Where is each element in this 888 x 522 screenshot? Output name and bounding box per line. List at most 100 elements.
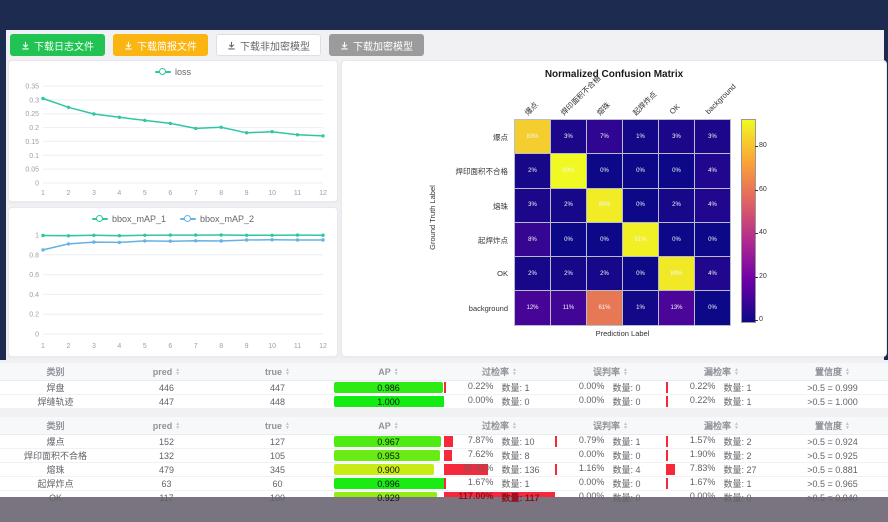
cell-category: 爆点 (0, 435, 111, 448)
column-header-漏检率[interactable]: 漏检率▲▼ (666, 417, 777, 434)
matrix-cell-value: 0% (600, 168, 609, 174)
cell-category: 熔珠 (0, 463, 111, 476)
column-header-label: 误判率 (593, 419, 620, 432)
cell-pred: 447 (111, 395, 222, 408)
sort-icon[interactable]: ▲▼ (175, 368, 180, 376)
matrix-cell: 0% (695, 223, 730, 256)
column-header-true[interactable]: true▲▼ (222, 363, 333, 380)
sort-icon[interactable]: ▲▼ (394, 368, 399, 376)
column-header-过检率[interactable]: 过检率▲▼ (444, 363, 555, 380)
matrix-cell: 3% (515, 189, 550, 222)
sort-icon[interactable]: ▲▼ (734, 422, 739, 430)
matrix-cell-value: 0% (708, 305, 717, 311)
column-header-AP[interactable]: AP▲▼ (333, 417, 444, 434)
matrix-cell: 1% (623, 120, 658, 153)
sort-icon[interactable]: ▲▼ (845, 368, 850, 376)
matrix-cell: 8% (515, 223, 550, 256)
svg-text:7: 7 (194, 343, 198, 350)
button-label: 下载日志文件 (34, 38, 94, 53)
svg-text:0.4: 0.4 (29, 292, 39, 299)
sort-icon[interactable]: ▲▼ (285, 368, 290, 376)
cell-true: 448 (222, 395, 333, 408)
column-header-误判率[interactable]: 误判率▲▼ (555, 363, 666, 380)
legend-item-bbox_mAP_2[interactable]: bbox_mAP_2 (180, 214, 254, 224)
legend-item-bbox_mAP_1[interactable]: bbox_mAP_1 (92, 214, 166, 224)
column-header-pred[interactable]: pred▲▼ (111, 363, 222, 380)
sort-icon[interactable]: ▲▼ (623, 368, 628, 376)
matrix-cell-value: 4% (708, 168, 717, 174)
matrix-cell: 0% (551, 223, 586, 256)
column-header-过检率[interactable]: 过检率▲▼ (444, 417, 555, 434)
matrix-cell-value: 0% (672, 237, 681, 243)
sort-icon[interactable]: ▲▼ (394, 422, 399, 430)
matrix-cell: 83% (515, 120, 550, 153)
column-header-label: 漏检率 (704, 419, 731, 432)
column-header-pred[interactable]: pred▲▼ (111, 417, 222, 434)
cell-misjudge-rate: 0.00%数量: 0 (555, 381, 666, 394)
confusion-matrix-grid: 83%3%7%1%3%3%2%93%0%0%0%4%3%2%90%0%2%4%8… (514, 119, 731, 326)
cell-true: 127 (222, 435, 333, 448)
ap-value: 1.000 (377, 397, 400, 407)
sort-icon[interactable]: ▲▼ (623, 422, 628, 430)
svg-text:12: 12 (319, 190, 327, 197)
matrix-cell-value: 1% (636, 134, 645, 140)
sort-icon[interactable]: ▲▼ (512, 422, 517, 430)
confusion-matrix-title: Normalized Confusion Matrix (342, 69, 886, 80)
colorbar-tick-label: 0 (759, 316, 763, 323)
matrix-cell: 0% (587, 154, 622, 187)
legend-item-loss[interactable]: loss (155, 67, 191, 77)
svg-text:0.8: 0.8 (29, 252, 39, 259)
matrix-cell: 12% (515, 291, 550, 324)
column-header-类别: 类别 (0, 363, 111, 380)
download-encrypted-model-button[interactable]: 下载加密模型 (329, 34, 424, 56)
cell-misjudge-rate: 0.00%数量: 0 (555, 477, 666, 490)
svg-text:4: 4 (117, 343, 121, 350)
column-header-漏检率[interactable]: 漏检率▲▼ (666, 363, 777, 380)
matrix-row-label: 起焊炸点 (342, 235, 508, 246)
matrix-cell-value: 0% (636, 202, 645, 208)
matrix-cell-value: 0% (600, 237, 609, 243)
svg-text:8: 8 (219, 343, 223, 350)
sort-icon[interactable]: ▲▼ (285, 422, 290, 430)
sort-icon[interactable]: ▲▼ (845, 422, 850, 430)
download-log-button[interactable]: 下载日志文件 (10, 34, 105, 56)
sort-icon[interactable]: ▲▼ (734, 368, 739, 376)
colorbar-tick-label: 40 (759, 229, 767, 236)
column-header-置信度[interactable]: 置信度▲▼ (777, 363, 888, 380)
svg-text:0.3: 0.3 (29, 97, 39, 104)
column-header-误判率[interactable]: 误判率▲▼ (555, 417, 666, 434)
sort-icon[interactable]: ▲▼ (512, 368, 517, 376)
svg-text:0.2: 0.2 (29, 312, 39, 319)
matrix-cell: 2% (587, 257, 622, 290)
column-header-label: 类别 (46, 365, 64, 378)
matrix-column-label: 爆点 (522, 100, 540, 118)
svg-text:0.05: 0.05 (25, 167, 39, 174)
download-report-button[interactable]: 下载简报文件 (113, 34, 208, 56)
matrix-cell: 2% (515, 257, 550, 290)
matrix-cell: 11% (551, 291, 586, 324)
matrix-cell-value: 11% (563, 305, 575, 311)
svg-text:9: 9 (245, 190, 249, 197)
sort-icon[interactable]: ▲▼ (175, 422, 180, 430)
matrix-cell-value: 1% (636, 305, 645, 311)
matrix-cell-value: 0% (564, 237, 573, 243)
column-header-AP[interactable]: AP▲▼ (333, 363, 444, 380)
matrix-cell: 0% (659, 223, 694, 256)
table-row: 焊缝轨迹4474481.0000.00%数量: 00.00%数量: 00.22%… (0, 395, 888, 409)
cell-pred: 152 (111, 435, 222, 448)
cell-miss-rate: 1.67%数量: 1 (666, 477, 777, 490)
matrix-cell: 0% (623, 257, 658, 290)
cell-ap: 0.953 (333, 449, 444, 462)
dashboard-screen: 下载日志文件下载简报文件下载非加密模型下载加密模型 loss 00.050.10… (0, 0, 888, 522)
column-header-true[interactable]: true▲▼ (222, 417, 333, 434)
column-header-置信度[interactable]: 置信度▲▼ (777, 417, 888, 434)
svg-text:7: 7 (194, 190, 198, 197)
legend-label: bbox_mAP_1 (112, 214, 166, 224)
download-unencrypted-model-button[interactable]: 下载非加密模型 (216, 34, 321, 56)
svg-text:1: 1 (41, 343, 45, 350)
metrics-table: 类别pred▲▼true▲▼AP▲▼过检率▲▼误判率▲▼漏检率▲▼置信度▲▼焊盘… (0, 363, 888, 409)
svg-text:0: 0 (35, 181, 39, 188)
svg-text:2: 2 (67, 190, 71, 197)
column-header-label: AP (378, 367, 391, 377)
svg-text:5: 5 (143, 343, 147, 350)
